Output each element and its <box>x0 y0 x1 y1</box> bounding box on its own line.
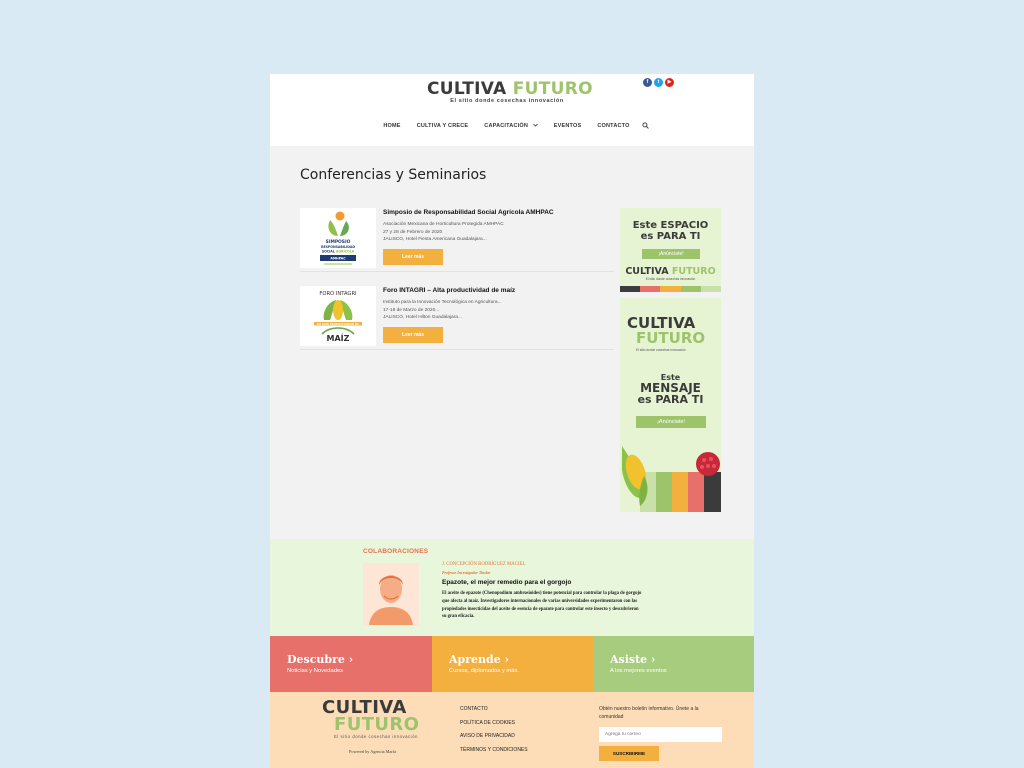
twitter-icon[interactable]: t <box>654 78 663 87</box>
article-excerpt: El aceite de epazote (Chenopodium ambros… <box>442 591 642 620</box>
foro-intagri-image: FORO INTAGRI DE ALTA PRODUCTIVIDAD DE MA… <box>314 291 362 343</box>
svg-text:DE ALTA PRODUCTIVIDAD DE: DE ALTA PRODUCTIVIDAD DE <box>317 322 359 326</box>
site-header: CULTIVA FUTURO El sitio donde cosechas i… <box>270 74 754 146</box>
main-content: Conferencias y Seminarios SIMPOSIO RESPO… <box>270 146 754 539</box>
svg-text:SOCIAL AGRÍCOLA: SOCIAL AGRÍCOLA <box>322 249 355 254</box>
newsletter-text: Obtén nuestro boletín informativo. Únete… <box>599 706 699 720</box>
nav-eventos[interactable]: EVENTOS <box>546 123 590 129</box>
logo-word-1: CULTIVA <box>427 79 507 99</box>
article-title[interactable]: Epazote, el mejor remedio para el gorgoj… <box>442 579 571 586</box>
ad-logo-2: FUTURO <box>671 266 716 277</box>
event-title[interactable]: Foro INTAGRI – Alta productividad de maí… <box>383 287 515 294</box>
event-location: JALISCO, Hotel Fiesta Americana Guadalaj… <box>383 237 487 243</box>
ad-headline-3: es PARA TI <box>637 393 704 406</box>
event-thumbnail[interactable]: SIMPOSIO RESPONSABILIDAD SOCIAL AGRÍCOLA… <box>300 208 376 268</box>
svg-text:MAÍZ: MAÍZ <box>327 332 350 343</box>
ad-logo: CULTIVA FUTURO <box>620 267 721 277</box>
cta-title-text: Descubre <box>287 653 345 666</box>
site-footer: CULTIVA FUTURO El sitio donde cosechas i… <box>270 692 754 768</box>
footer-link-terminos[interactable]: TÉRMINOS Y CONDICIONES <box>460 747 528 753</box>
event-date: 27 y 28 de Febrero de 2020 <box>383 229 443 235</box>
nav-capacitacion[interactable]: CAPACITACIÓN <box>476 123 545 129</box>
footer-links: CONTACTO POLÍTICA DE COOKIES AVISO DE PR… <box>460 706 528 760</box>
main-nav: HOME CULTIVA Y CRECE CAPACITACIÓN EVENTO… <box>270 122 754 129</box>
chevron-right-icon: › <box>504 653 509 666</box>
event-post: SIMPOSIO RESPONSABILIDAD SOCIAL AGRÍCOLA… <box>300 208 614 272</box>
newsletter-email-input[interactable] <box>599 727 722 742</box>
ad-headline: Este ESPACIO es PARA TI <box>620 220 721 242</box>
event-location: JALISCO, Hotel Hilton Guadalajara... <box>383 315 462 321</box>
nav-cultiva-y-crece[interactable]: CULTIVA Y CRECE <box>409 123 477 129</box>
facebook-icon[interactable]: f <box>643 78 652 87</box>
svg-text:FORO INTAGRI: FORO INTAGRI <box>319 291 357 297</box>
cta-subtitle: A los mejores eventos <box>610 668 667 674</box>
ad-logo-1: CULTIVA <box>625 266 669 277</box>
cta-title: Aprende › <box>449 653 509 666</box>
author-photo[interactable] <box>363 563 419 625</box>
ad-banner-espacio[interactable]: Este ESPACIO es PARA TI ¡Anúnciate! CULT… <box>620 208 721 292</box>
cta-descubre[interactable]: Descubre › Noticias y Novedades <box>270 636 432 692</box>
cta-aprende[interactable]: Aprende › Cursos, diplomados y más. <box>432 636 593 692</box>
footer-link-privacidad[interactable]: AVISO DE PRIVACIDAD <box>460 733 528 739</box>
ad-cta-button[interactable]: ¡Anúnciate! <box>642 249 700 259</box>
logo-word-2: FUTURO <box>512 79 593 99</box>
event-post: FORO INTAGRI DE ALTA PRODUCTIVIDAD DE MA… <box>300 286 614 350</box>
author-role: Profesor Investigador Titular <box>442 570 491 575</box>
collaborations-section: COLABORACIONES J. CONCEPCIÓN RODRÍGUEZ M… <box>270 539 754 636</box>
page: CULTIVA FUTURO El sitio donde cosechas i… <box>270 74 754 768</box>
chevron-right-icon: › <box>651 653 656 666</box>
ad-color-bar <box>620 286 721 292</box>
event-organizer: Asociación Mexicana de Horticultura Prot… <box>383 222 504 227</box>
site-logo[interactable]: CULTIVA FUTURO El sitio donde cosechas i… <box>427 79 593 104</box>
section-label: COLABORACIONES <box>363 548 429 555</box>
logo-tagline: El sitio donde cosechas innovación <box>450 98 564 104</box>
nav-home[interactable]: HOME <box>375 123 408 129</box>
ad-headline-1: Este <box>632 220 658 231</box>
author-name: J. CONCEPCIÓN RODRÍGUEZ MACIEL <box>442 562 526 567</box>
ad-headline-3: es PARA TI <box>640 231 701 242</box>
chevron-down-icon <box>532 123 538 127</box>
cta-title: Asiste › <box>610 653 655 666</box>
amhpac-logo-image: SIMPOSIO RESPONSABILIDAD SOCIAL AGRÍCOLA… <box>320 211 356 265</box>
search-icon[interactable] <box>642 122 649 129</box>
ad-headline-2: ESPACIO <box>660 220 709 231</box>
event-title[interactable]: Simposio de Responsabilidad Social Agríc… <box>383 209 554 216</box>
event-organizer: Instituto para la Innovación Tecnológica… <box>383 300 502 305</box>
read-more-button[interactable]: Leer más <box>383 327 443 343</box>
cta-subtitle: Noticias y Novedades <box>287 668 344 674</box>
cta-subtitle: Cursos, diplomados y más. <box>449 668 519 674</box>
read-more-button[interactable]: Leer más <box>383 249 443 265</box>
subscribe-button[interactable]: SUSCRIBIRME <box>599 746 659 761</box>
event-date: 17-18 de Marzo de 2020... <box>383 307 440 313</box>
nav-contacto[interactable]: CONTACTO <box>589 123 637 129</box>
footer-link-contacto[interactable]: CONTACTO <box>460 706 528 712</box>
ad-tagline: El sitio donde cosechas innovación <box>636 348 686 352</box>
ad-produce-image <box>622 446 721 512</box>
footer-tagline: El sitio donde cosechas innovación <box>334 734 418 739</box>
footer-logo[interactable]: CULTIVA FUTURO El sitio donde cosechas i… <box>322 699 432 740</box>
powered-by[interactable]: Powered by Agencia Marfa <box>349 749 396 754</box>
event-thumbnail[interactable]: FORO INTAGRI DE ALTA PRODUCTIVIDAD DE MA… <box>300 286 376 346</box>
cta-title-text: Asiste <box>610 653 648 666</box>
chevron-right-icon: › <box>348 653 354 666</box>
cta-title: Descubre › <box>287 653 353 666</box>
ad-cta-button[interactable]: ¡Anúnciate! <box>636 416 706 428</box>
event-details: Asociación Mexicana de Horticultura Prot… <box>383 221 504 244</box>
youtube-icon[interactable]: ▶ <box>665 78 674 87</box>
social-links: f t ▶ <box>643 78 674 87</box>
ad-logo-2: FUTURO <box>636 329 706 347</box>
ad-headline: Este MENSAJE es PARA TI <box>620 373 721 406</box>
ad-banner-mensaje[interactable]: CULTIVA FUTURO El sitio donde cosechas i… <box>620 298 721 512</box>
page-title: Conferencias y Seminarios <box>300 167 487 183</box>
svg-text:RESPONSABILIDAD: RESPONSABILIDAD <box>321 245 355 249</box>
ad-tagline: El sitio donde cosechas innovación <box>645 277 696 281</box>
nav-capacitacion-label: CAPACITACIÓN <box>484 122 529 129</box>
cta-asiste[interactable]: Asiste › A los mejores eventos <box>593 636 754 692</box>
footer-link-cookies[interactable]: POLÍTICA DE COOKIES <box>460 720 528 726</box>
footer-logo-2: FUTURO <box>334 714 420 735</box>
event-details: Instituto para la Innovación Tecnológica… <box>383 299 502 322</box>
svg-text:AMHPAC: AMHPAC <box>330 257 346 261</box>
cta-title-text: Aprende <box>449 653 501 666</box>
